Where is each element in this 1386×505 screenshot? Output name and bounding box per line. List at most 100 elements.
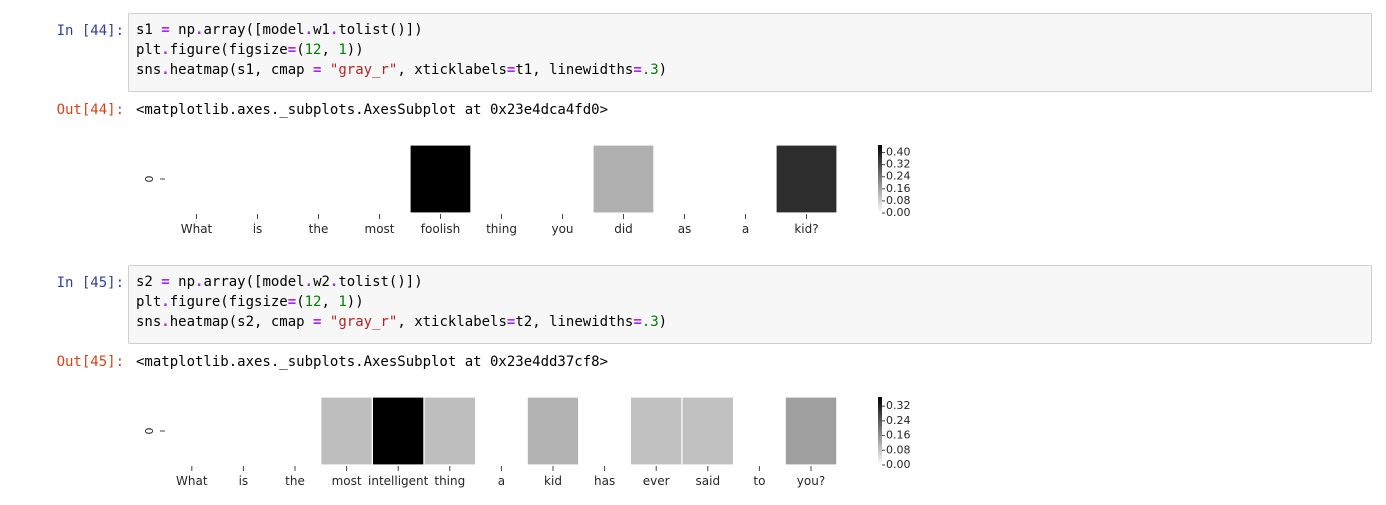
colorbar-tick-label: 0.24 [886, 414, 911, 427]
code-token: . [161, 294, 170, 310]
colorbar-tick-label: 0.08 [886, 443, 911, 456]
code-token: "gray_r" [329, 314, 398, 330]
code-token: tolist()]) [338, 274, 423, 290]
y-tick-label: 0 [143, 428, 156, 435]
x-tick-label: thing [434, 474, 465, 488]
code-token: sns [136, 314, 162, 330]
code-token: 1 [338, 294, 347, 310]
output-text-45: <matplotlib.axes._subplots.AxesSubplot a… [136, 354, 609, 370]
code-token: plt [136, 294, 162, 310]
x-tick-label: to [753, 474, 765, 488]
heatmap-cell [784, 396, 838, 466]
code-token: np [169, 274, 196, 290]
code-token: . [161, 62, 170, 78]
heatmap-cell [592, 144, 655, 214]
colorbar-tick-label: 0.24 [886, 170, 911, 183]
colorbar [878, 397, 882, 465]
heatmap-cell [475, 396, 528, 466]
x-tick-label: is [239, 474, 249, 488]
code-line: sns.heatmap(s1, cmap = "gray_r", xtickla… [136, 60, 1364, 80]
code-token: figure(figsize [169, 42, 288, 58]
code-token: = [161, 22, 170, 38]
x-tick-label: kid [544, 474, 562, 488]
heatmap-cell [470, 144, 533, 214]
code-token: 12 [304, 42, 322, 58]
code-token: sns [136, 62, 162, 78]
heatmap-cell [732, 396, 786, 466]
code-token: = [633, 62, 642, 78]
heatmap-cell [578, 396, 631, 466]
colorbar-tick-label: 0.40 [886, 146, 911, 159]
code-token: )) [346, 294, 364, 310]
x-tick-label: intelligent [368, 474, 429, 488]
code-token: , xticklabels [397, 314, 507, 330]
x-tick-label: you? [797, 474, 825, 488]
colorbar-tick-label: 0.00 [886, 458, 911, 471]
code-token: = [161, 274, 170, 290]
colorbar-tick-label: 0.16 [886, 182, 911, 195]
code-token: heatmap(s1, cmap [169, 62, 314, 78]
code-token: . [161, 314, 170, 330]
colorbar-tick-label: 0.16 [886, 429, 911, 442]
code-token: . [161, 42, 170, 58]
heatmap-figure-44: 0 What is the most foolish thing you did as a kid? 0… [143, 144, 911, 236]
heatmap-figure-45: 0 What is the most intelligent thing a kid has eve… [143, 396, 911, 488]
colorbar-tick-label: 0.32 [886, 399, 911, 412]
code-token: t1, linewidths [515, 62, 634, 78]
code-line: plt.figure(figsize=(12, 1)) [136, 292, 1364, 312]
code-token: tolist()]) [338, 22, 423, 38]
y-tick-label: 0 [143, 176, 156, 183]
heatmap-cell [653, 144, 716, 214]
code-token: w1 [313, 22, 330, 38]
colorbar-tick-label: 0.08 [886, 194, 911, 207]
code-line: sns.heatmap(s2, cmap = "gray_r", xtickla… [136, 312, 1364, 332]
heatmap-cell [217, 396, 270, 466]
x-tick-label: a [742, 222, 749, 236]
heatmap-cell [526, 396, 580, 466]
code-token: "gray_r" [329, 62, 398, 78]
heatmap-cell [775, 144, 838, 214]
x-tick-label: foolish [421, 222, 460, 236]
heatmap-cell [681, 396, 735, 466]
code-token: s2 [136, 274, 162, 290]
code-token: t2, linewidths [515, 314, 634, 330]
x-tick-label: the [309, 222, 329, 236]
code-token: w2 [313, 274, 330, 290]
code-token: . [304, 22, 314, 38]
heatmap-cell [531, 144, 594, 214]
heatmap-cell [226, 144, 289, 214]
code-token: ) [658, 314, 668, 330]
heatmap-cell [268, 396, 322, 466]
heatmap-cell [348, 144, 411, 214]
input-prompt-45: In [45]: [56, 275, 124, 291]
heatmap-cell [287, 144, 350, 214]
code-token: s1 [136, 22, 162, 38]
output-text-44: <matplotlib.axes._subplots.AxesSubplot a… [136, 102, 609, 118]
heatmap-cell [371, 396, 425, 466]
x-tick-label: most [332, 474, 362, 488]
heatmap-cell [165, 396, 219, 466]
code-token: , xticklabels [397, 62, 507, 78]
code-token: ) [658, 62, 668, 78]
x-tick-label: What [181, 222, 213, 236]
code-token: ( [296, 294, 305, 310]
x-tick-label: the [285, 474, 305, 488]
code-line: plt.figure(figsize=(12, 1)) [136, 40, 1364, 60]
code-token: ( [296, 42, 305, 58]
heatmap-cell [320, 396, 373, 466]
code-token: .3 [641, 314, 659, 330]
x-tick-label: kid? [794, 222, 818, 236]
code-input-44[interactable]: s1 = np.array([model.w1.tolist()]) plt.f… [128, 13, 1372, 92]
code-token: = [287, 294, 297, 310]
x-tick-label: has [594, 474, 615, 488]
x-tick-label: a [498, 474, 505, 488]
colorbar-tick-label: 0.00 [886, 206, 911, 219]
heatmap-cell [629, 396, 683, 466]
x-tick-label: thing [486, 222, 517, 236]
code-input-45[interactable]: s2 = np.array([model.w2.tolist()]) plt.f… [128, 265, 1372, 344]
code-token: )) [346, 42, 364, 58]
x-tick-label: you [551, 222, 573, 236]
code-token: = [633, 314, 642, 330]
code-line: s1 = np.array([model.w1.tolist()]) [136, 20, 1364, 40]
